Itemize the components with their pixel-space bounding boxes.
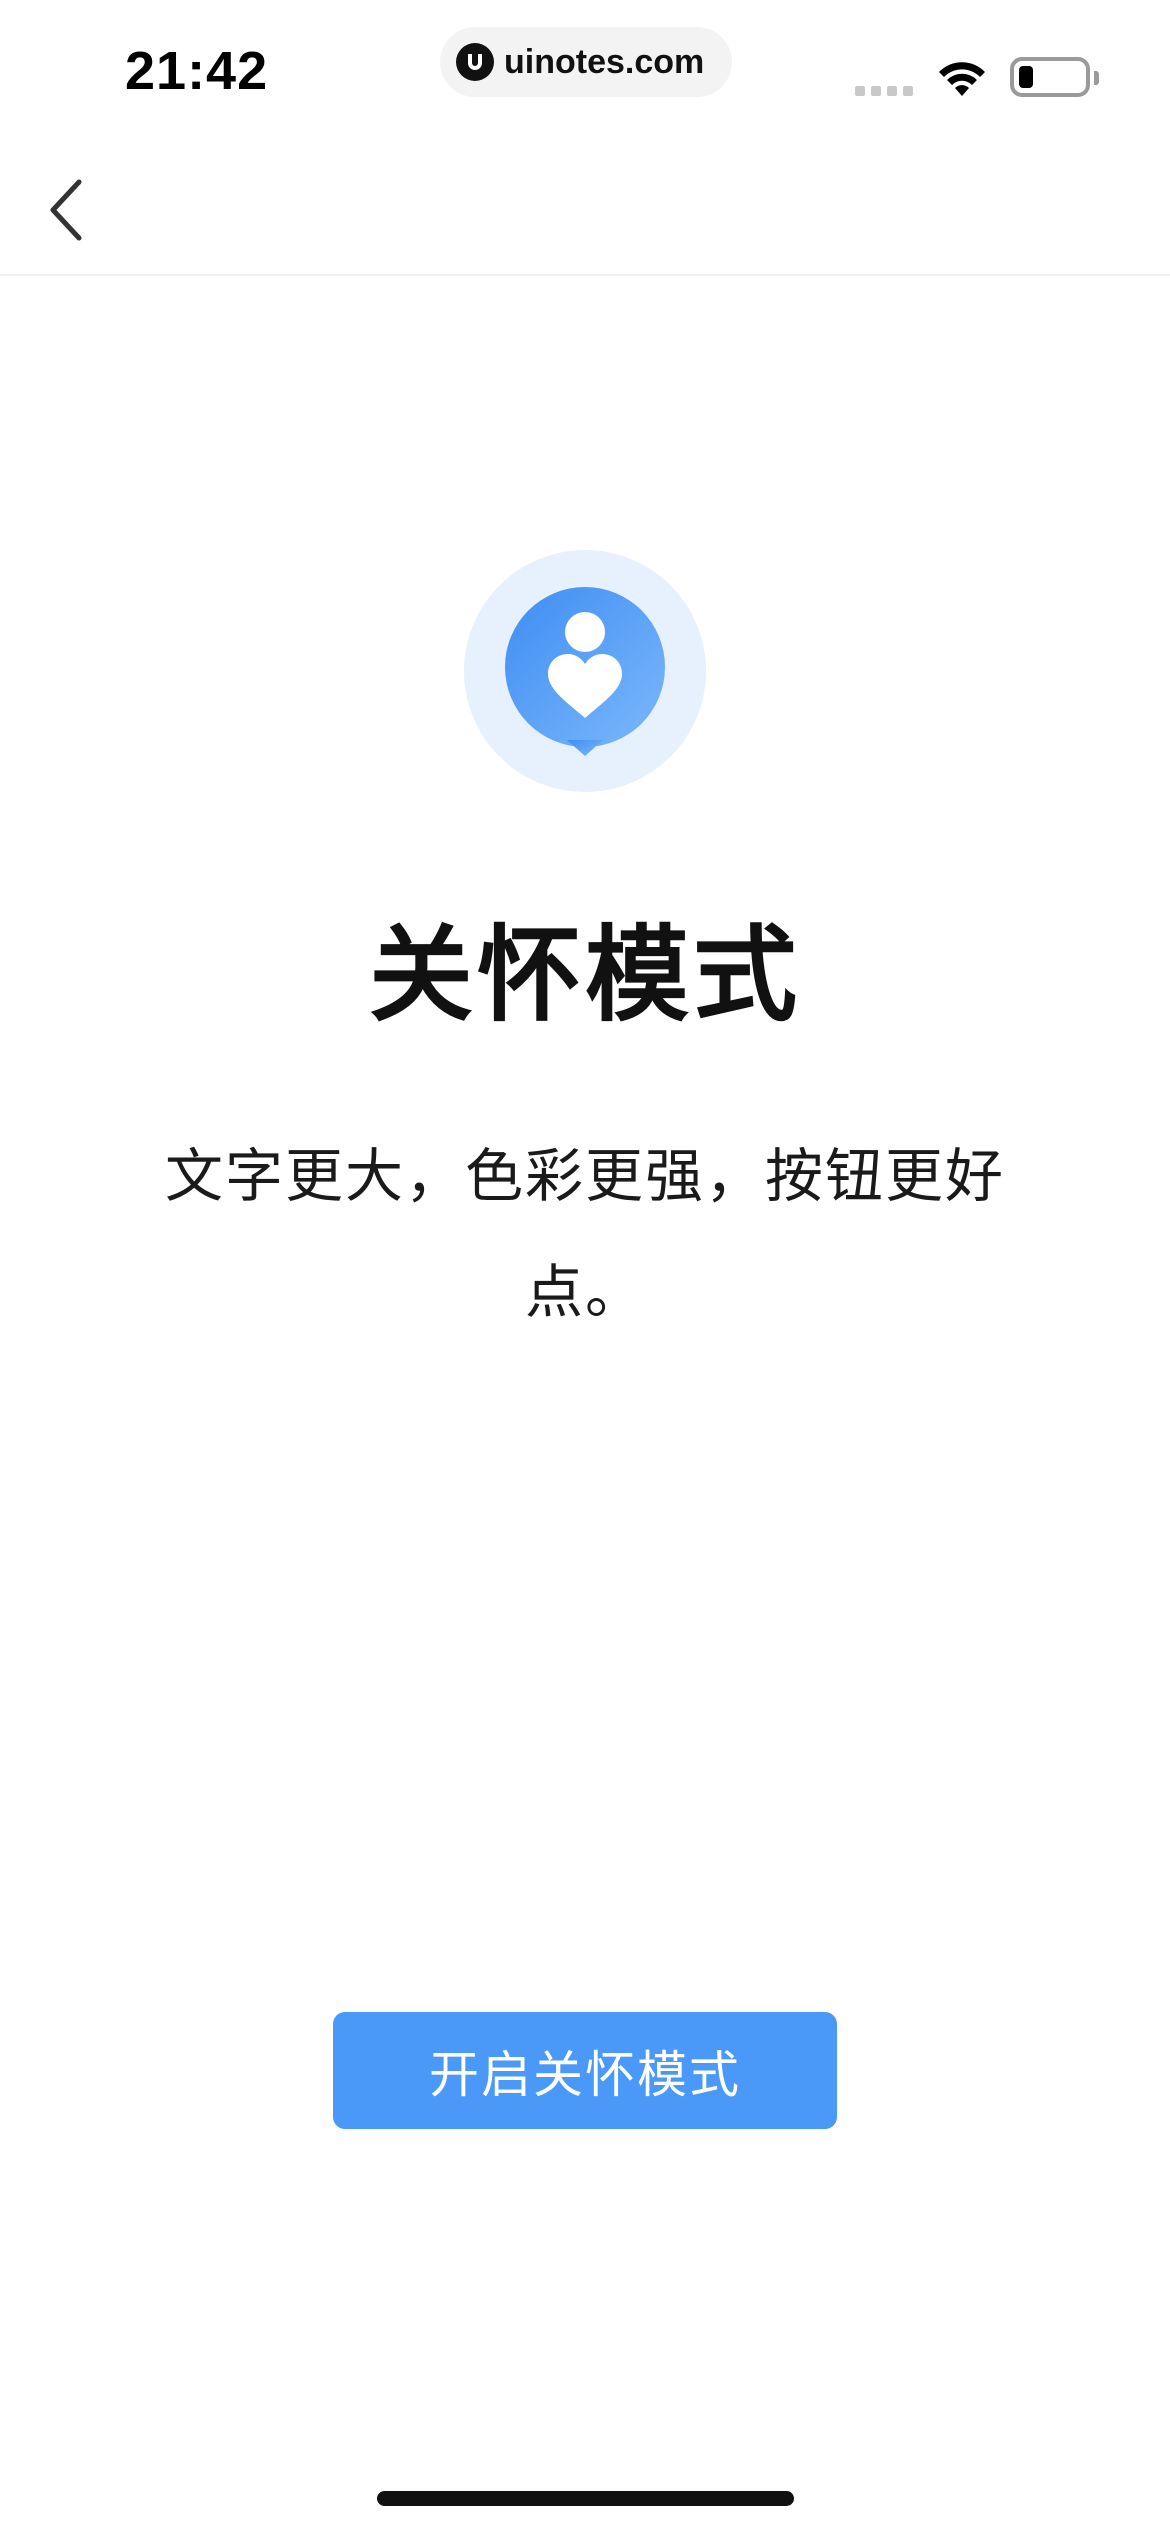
care-mode-screen: 21:42 uinotes.com 关怀模式 文字更大，色彩更强，按钮更好点。 … bbox=[0, 0, 1170, 2532]
status-time: 21:42 bbox=[125, 41, 269, 101]
wifi-icon bbox=[939, 62, 985, 96]
page-description: 文字更大，色彩更强，按钮更好点。 bbox=[164, 1142, 1005, 1326]
watermark-text: uinotes.com bbox=[504, 42, 705, 81]
enable-care-mode-button[interactable]: 开启关怀模式 bbox=[333, 2012, 837, 2129]
back-button[interactable] bbox=[30, 170, 100, 250]
status-bar: 21:42 uinotes.com bbox=[0, 0, 1170, 140]
watermark-badge: uinotes.com bbox=[440, 27, 732, 97]
signal-dots-icon bbox=[855, 86, 913, 96]
nav-bar bbox=[0, 140, 1170, 276]
home-indicator[interactable] bbox=[377, 2491, 794, 2506]
page-title: 关怀模式 bbox=[368, 914, 801, 1036]
watermark-logo-icon bbox=[456, 43, 494, 81]
care-mode-icon bbox=[464, 550, 706, 792]
chevron-left-icon bbox=[50, 179, 82, 241]
battery-icon bbox=[1010, 57, 1099, 97]
